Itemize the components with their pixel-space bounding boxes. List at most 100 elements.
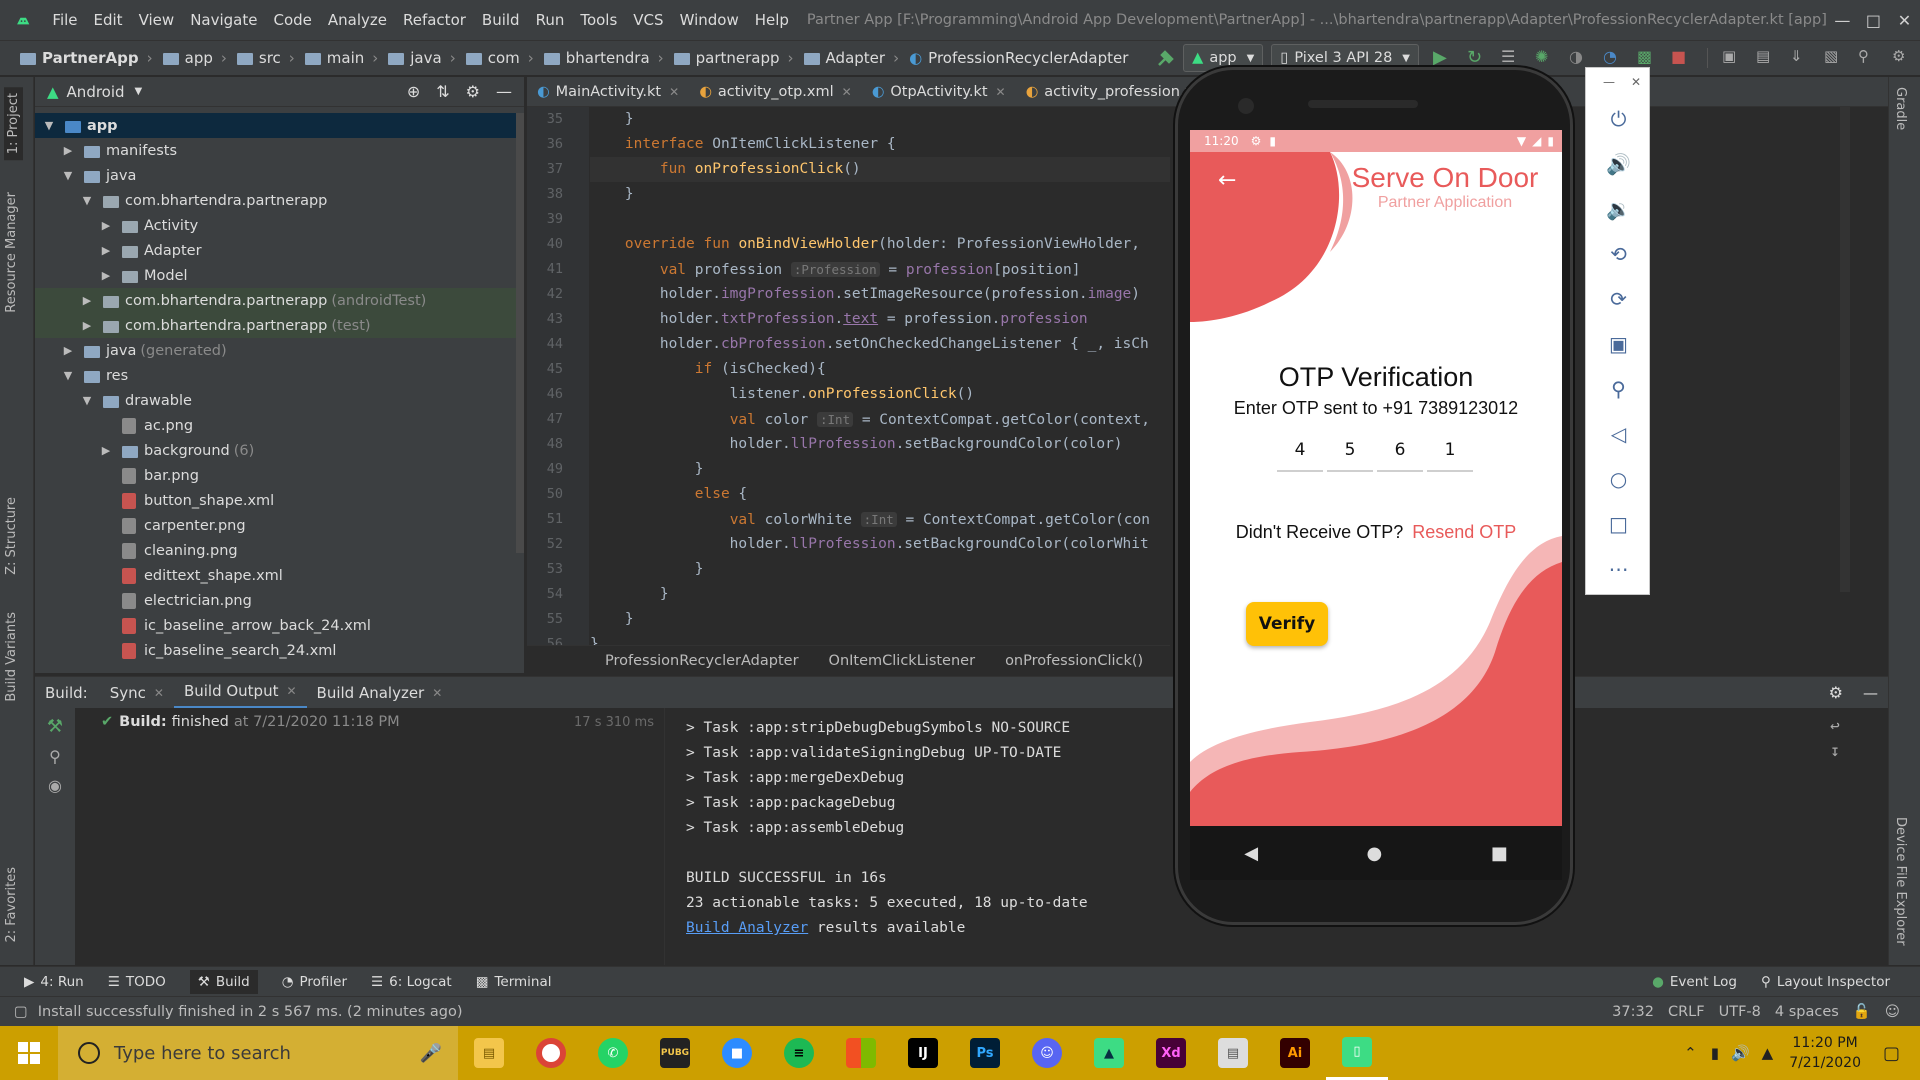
build-analyzer-link[interactable]: Build Analyzer <box>686 920 808 936</box>
code-line[interactable]: holder.imgProfession.setImageResource(pr… <box>590 282 1170 307</box>
collapse-all-icon[interactable]: ⇅ <box>436 82 449 101</box>
gear-icon[interactable]: ⚙ <box>1829 683 1843 702</box>
file-encoding[interactable]: UTF-8 <box>1719 1004 1761 1020</box>
tree-item[interactable]: ▶ com.bhartendra.partnerapp (test) <box>35 313 524 338</box>
crumb-item[interactable]: partnerapp › <box>673 49 794 67</box>
build-variants-tab[interactable]: Build Variants <box>4 612 19 702</box>
tree-item[interactable]: ▼ app <box>35 113 524 138</box>
code-line[interactable]: val colorWhite :Int = ContextCompat.getC… <box>590 507 1170 532</box>
chevron-down-icon[interactable]: ▼ <box>81 194 93 207</box>
tree-item[interactable]: electrician.png <box>35 588 524 613</box>
code-line[interactable]: } <box>590 457 1170 482</box>
apply-changes-icon[interactable]: ↻ <box>1467 47 1489 69</box>
otp-digit-2[interactable]: 5 <box>1327 430 1373 472</box>
otp-digit-4[interactable]: 1 <box>1427 430 1473 472</box>
tree-item[interactable]: ▶ Model <box>35 263 524 288</box>
chevron-right-icon[interactable]: ▶ <box>100 444 112 457</box>
code-line[interactable]: holder.cbProfession.setOnCheckedChangeLi… <box>590 332 1170 357</box>
tool-logcat[interactable]: ☰ 6: Logcat <box>371 974 452 990</box>
code-line[interactable]: } <box>590 557 1170 582</box>
tree-item[interactable]: ▶ Activity <box>35 213 524 238</box>
lock-icon[interactable]: 🔓 <box>1853 1003 1871 1020</box>
attach-debugger-icon[interactable]: ▩ <box>1637 47 1659 69</box>
menu-file[interactable]: File <box>44 11 85 29</box>
crumb-item[interactable]: com › <box>465 49 534 67</box>
adobe-xd-icon[interactable]: Xd <box>1140 1026 1202 1080</box>
resend-otp-link[interactable]: Resend OTP <box>1412 522 1516 542</box>
tree-item[interactable]: ▼ java <box>35 163 524 188</box>
crumb-class[interactable]: ProfessionRecyclerAdapter <box>605 653 799 669</box>
tool-profiler[interactable]: ◔ Profiler <box>282 974 347 990</box>
code-line[interactable]: } <box>590 182 1170 207</box>
crumb-item[interactable]: PartnerApp › <box>20 49 153 67</box>
crumb-item[interactable]: ◐ ProfessionRecyclerAdapter <box>909 49 1128 67</box>
hammer-icon[interactable] <box>1155 47 1177 69</box>
chevron-up-icon[interactable]: ⌃ <box>1684 1044 1697 1062</box>
scrollbar[interactable] <box>516 113 524 553</box>
tree-item[interactable]: carpenter.png <box>35 513 524 538</box>
code-editor[interactable]: } interface OnItemClickListener { fun on… <box>590 107 1170 645</box>
code-line[interactable] <box>590 207 1170 232</box>
zoom-icon[interactable]: ⚲ <box>1586 366 1651 411</box>
close-icon[interactable]: ✕ <box>432 686 442 700</box>
tree-item[interactable]: ▼ drawable <box>35 388 524 413</box>
tool-layout-inspector[interactable]: ⚲ Layout Inspector <box>1761 974 1890 990</box>
code-line[interactable]: } <box>590 607 1170 632</box>
editor-tab[interactable]: ◐ OtpActivity.kt ✕ <box>862 84 1016 100</box>
hammer-icon[interactable]: ⚒ <box>35 716 75 737</box>
coverage-icon[interactable]: ◑ <box>1569 47 1591 69</box>
battery-icon[interactable]: ▮ <box>1711 1044 1719 1062</box>
chevron-right-icon[interactable]: ▶ <box>81 294 93 307</box>
home-icon[interactable]: ○ <box>1586 456 1651 501</box>
menu-build[interactable]: Build <box>474 11 528 29</box>
more-icon[interactable]: ⋯ <box>1586 546 1651 591</box>
wifi-icon[interactable]: ▲ <box>1762 1044 1774 1062</box>
editor-tab[interactable]: ◐ activity_otp.xml ✕ <box>689 84 862 100</box>
tab-build-output[interactable]: Build Output ✕ <box>173 677 307 709</box>
tab-sync[interactable]: Sync ✕ <box>100 677 174 709</box>
structure-tab[interactable]: Z: Structure <box>4 497 19 575</box>
crumb-function[interactable]: onProfessionClick() <box>1005 653 1143 669</box>
code-line[interactable]: if (isChecked){ <box>590 357 1170 382</box>
close-icon[interactable]: ✕ <box>996 85 1006 99</box>
close-icon[interactable]: ✕ <box>1631 75 1641 89</box>
menu-edit[interactable]: Edit <box>86 11 131 29</box>
chevron-down-icon[interactable]: ▼ <box>81 394 93 407</box>
crumb-item[interactable]: app › <box>162 49 227 67</box>
otp-digit-3[interactable]: 6 <box>1377 430 1423 472</box>
windows-start-icon[interactable] <box>0 1026 58 1080</box>
taskbar-search[interactable]: Type here to search 🎤 <box>58 1026 458 1080</box>
rotate-right-icon[interactable]: ⟳ <box>1586 276 1651 321</box>
crumb-interface[interactable]: OnItemClickListener <box>829 653 976 669</box>
crumb-item[interactable]: bhartendra › <box>543 49 664 67</box>
tool-build[interactable]: ⚒ Build <box>189 969 258 994</box>
verify-button[interactable]: Verify <box>1246 602 1328 646</box>
menu-tools[interactable]: Tools <box>572 11 625 29</box>
pin-icon[interactable]: ⚲ <box>35 747 75 766</box>
tree-item[interactable]: ▶ manifests <box>35 138 524 163</box>
otp-digit-1[interactable]: 4 <box>1277 430 1323 472</box>
chevron-right-icon[interactable]: ▶ <box>100 269 112 282</box>
tree-item[interactable]: ▼ com.bhartendra.partnerapp <box>35 188 524 213</box>
taskbar-clock[interactable]: 11:20 PM 7/21/2020 <box>1789 1033 1861 1073</box>
code-line[interactable]: val profession :Profession = profession[… <box>590 257 1170 282</box>
tree-item[interactable]: ic_launcher_background.xml <box>35 663 524 667</box>
avd-manager-icon[interactable]: ▤ <box>1756 47 1778 69</box>
hide-icon[interactable]: — <box>496 82 512 101</box>
tree-item[interactable]: ac.png <box>35 413 524 438</box>
indent-setting[interactable]: 4 spaces <box>1775 1004 1839 1020</box>
code-line[interactable]: } <box>590 582 1170 607</box>
code-line[interactable]: interface OnItemClickListener { <box>590 132 1170 157</box>
chevron-right-icon[interactable]: ▶ <box>62 144 74 157</box>
code-line[interactable]: holder.llProfession.setBackgroundColor(c… <box>590 532 1170 557</box>
back-icon[interactable]: ◁ <box>1586 411 1651 456</box>
chevron-down-icon[interactable]: ▼ <box>62 369 74 382</box>
scroll-to-end-icon[interactable]: ↧ <box>1822 741 1848 760</box>
chrome-icon[interactable] <box>520 1026 582 1080</box>
chevron-right-icon[interactable]: ▶ <box>81 319 93 332</box>
sdk-manager-icon[interactable]: ⇓ <box>1790 47 1812 69</box>
maximize-icon[interactable]: □ <box>1858 11 1889 30</box>
tree-item[interactable]: ▶ com.bhartendra.partnerapp (androidTest) <box>35 288 524 313</box>
menu-navigate[interactable]: Navigate <box>182 11 265 29</box>
build-status-row[interactable]: ✔ Build: finished at 7/21/2020 11:18 PM … <box>75 708 664 736</box>
